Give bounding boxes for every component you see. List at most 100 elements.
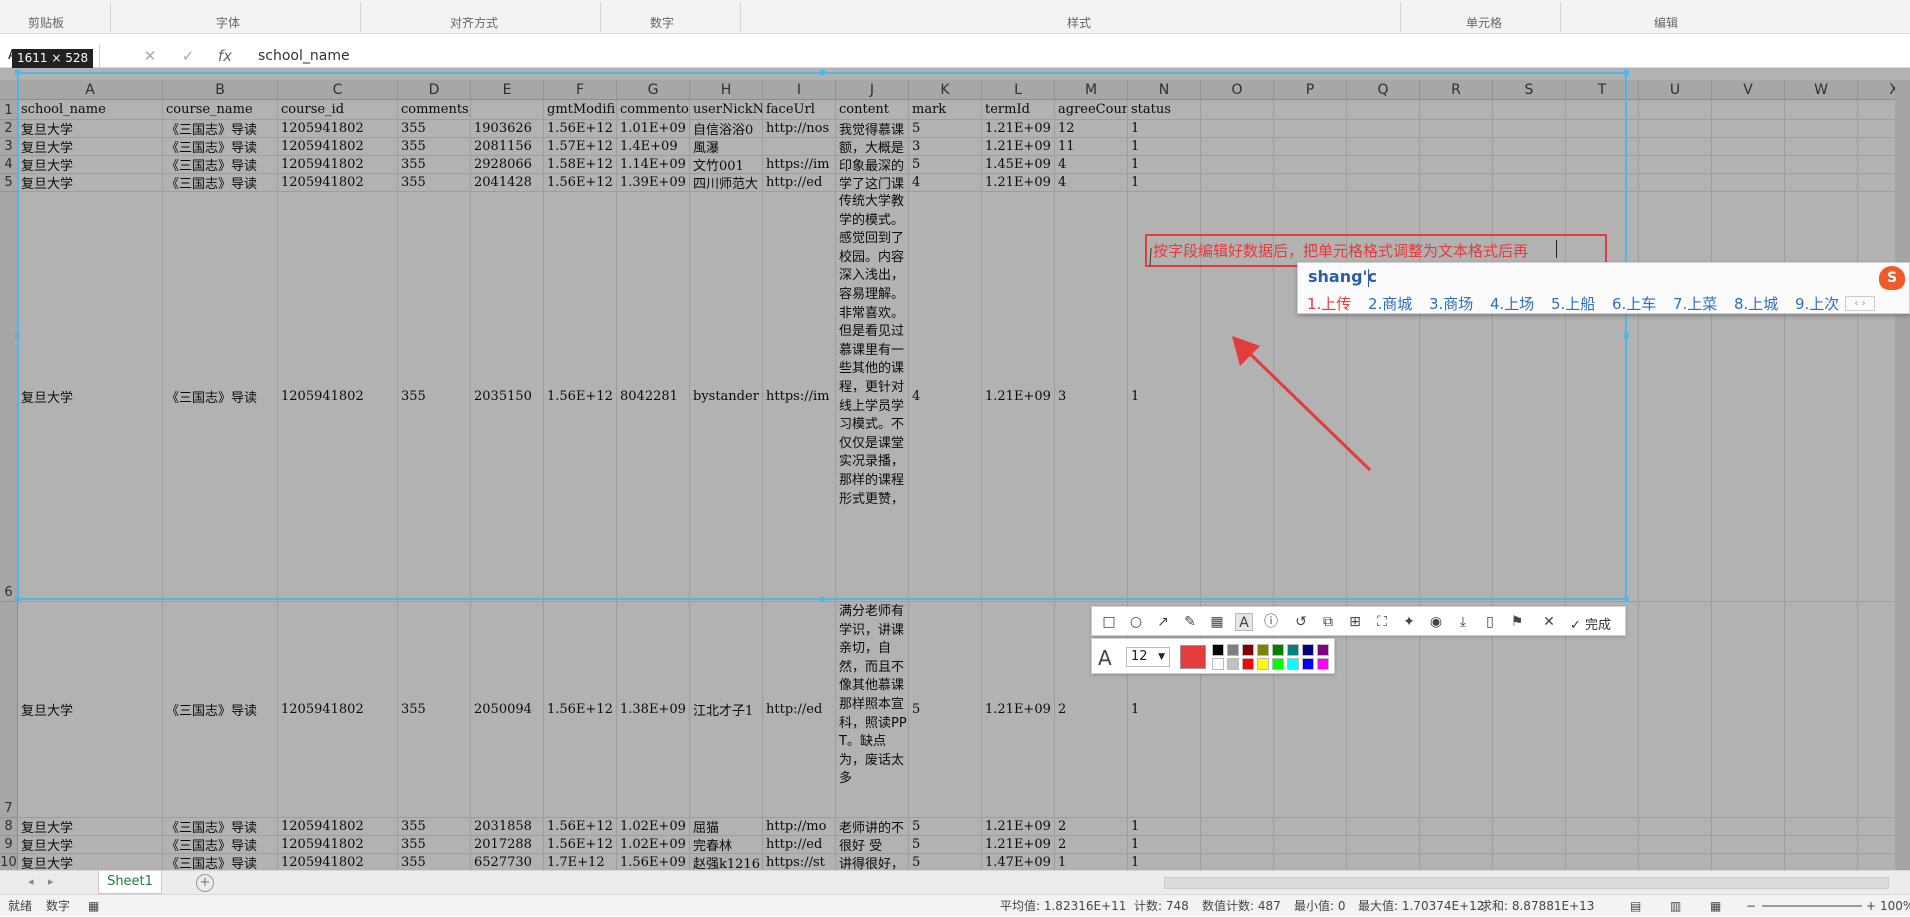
cell-empty[interactable] xyxy=(1639,836,1712,854)
close-icon[interactable]: ✕ xyxy=(1540,613,1558,631)
rectangle-tool-icon[interactable]: □ xyxy=(1100,613,1118,631)
table-cell[interactable]: 1.02E+09 xyxy=(617,836,690,854)
column-header-I[interactable]: I xyxy=(763,80,836,100)
table-cell[interactable]: 1.38E+09 xyxy=(617,602,690,818)
header-cell[interactable]: course_name xyxy=(163,100,278,120)
cell-empty[interactable] xyxy=(1347,818,1420,836)
table-cell[interactable]: 5 xyxy=(909,602,982,818)
color-swatch[interactable] xyxy=(1302,644,1314,656)
record-icon[interactable]: ◉ xyxy=(1427,613,1445,631)
header-cell[interactable]: faceUrl xyxy=(763,100,836,120)
table-cell[interactable]: 風瀑 xyxy=(690,138,763,156)
cell-empty[interactable] xyxy=(1201,138,1274,156)
cell-empty[interactable] xyxy=(1201,836,1274,854)
cell-empty[interactable] xyxy=(1712,854,1785,870)
color-swatch[interactable] xyxy=(1317,644,1329,656)
table-cell[interactable]: 复旦大学 xyxy=(18,120,163,138)
table-cell[interactable]: 1205941802 xyxy=(278,174,398,192)
table-cell[interactable]: 1 xyxy=(1055,854,1128,870)
table-cell[interactable]: 复旦大学 xyxy=(18,818,163,836)
cell-empty[interactable] xyxy=(1566,836,1639,854)
cell-empty[interactable] xyxy=(1420,854,1493,870)
table-cell[interactable]: 1.21E+09 xyxy=(982,818,1055,836)
cell-empty[interactable] xyxy=(1639,192,1712,602)
header-cell[interactable]: gmtModifi xyxy=(544,100,617,120)
table-cell[interactable]: 1205941802 xyxy=(278,836,398,854)
table-cell[interactable]: 《三国志》导读 xyxy=(163,854,278,870)
table-cell[interactable]: 《三国志》导读 xyxy=(163,156,278,174)
table-cell[interactable]: https://st xyxy=(763,854,836,870)
table-cell[interactable]: 8042281 xyxy=(617,192,690,602)
table-cell[interactable]: 1 xyxy=(1128,818,1201,836)
table-cell[interactable]: http://ed xyxy=(763,174,836,192)
cell-empty[interactable] xyxy=(1274,836,1347,854)
cell-empty[interactable] xyxy=(1274,818,1347,836)
column-header-V[interactable]: V xyxy=(1712,80,1785,100)
tab-scroll-right-icon[interactable]: ▸ xyxy=(48,875,54,888)
ribbon-group-editing[interactable]: 编辑 xyxy=(1654,14,1678,31)
color-swatch[interactable] xyxy=(1287,658,1299,670)
annotation-arrow[interactable] xyxy=(1220,330,1380,480)
header-cell[interactable] xyxy=(471,100,544,120)
cell-empty[interactable] xyxy=(1347,854,1420,870)
table-cell[interactable]: 复旦大学 xyxy=(18,138,163,156)
column-header-K[interactable]: K xyxy=(909,80,982,100)
table-cell[interactable]: 355 xyxy=(398,854,471,870)
normal-view-icon[interactable]: ▤ xyxy=(1630,895,1641,917)
table-cell[interactable]: 学了这门课 xyxy=(836,174,909,192)
table-cell[interactable]: 《三国志》导读 xyxy=(163,174,278,192)
long-screenshot-icon[interactable]: ⧉ xyxy=(1319,613,1337,631)
table-cell[interactable]: 355 xyxy=(398,602,471,818)
table-cell[interactable]: http://ed xyxy=(763,836,836,854)
table-cell[interactable]: 4 xyxy=(909,174,982,192)
table-cell[interactable]: 屈猫 xyxy=(690,818,763,836)
table-cell[interactable]: 1.21E+09 xyxy=(982,174,1055,192)
cell-empty[interactable] xyxy=(1347,174,1420,192)
color-swatch[interactable] xyxy=(1227,658,1239,670)
row-header-6[interactable]: 6 xyxy=(0,192,18,602)
table-cell[interactable]: 《三国志》导读 xyxy=(163,818,278,836)
table-cell[interactable]: 355 xyxy=(398,120,471,138)
zoom-out-icon[interactable]: − xyxy=(1746,895,1756,917)
cell-empty[interactable] xyxy=(1712,602,1785,818)
cell-empty[interactable] xyxy=(1493,100,1566,120)
table-cell[interactable]: 1.56E+12 xyxy=(544,192,617,602)
cell-empty[interactable] xyxy=(1639,602,1712,818)
cell-empty[interactable] xyxy=(1785,156,1858,174)
table-cell[interactable]: 1 xyxy=(1128,854,1201,870)
color-swatch[interactable] xyxy=(1272,644,1284,656)
table-cell[interactable]: 1.56E+12 xyxy=(544,174,617,192)
header-cell[interactable]: school_name xyxy=(18,100,163,120)
cell-empty[interactable] xyxy=(1785,174,1858,192)
ocr-icon[interactable]: ⊞ xyxy=(1346,613,1364,631)
tab-sheet1[interactable]: Sheet1 xyxy=(98,871,162,894)
ribbon-group-styles[interactable]: 样式 xyxy=(1067,14,1091,31)
table-cell[interactable]: 355 xyxy=(398,192,471,602)
table-cell[interactable]: 江北才子1 xyxy=(690,602,763,818)
row-header-3[interactable]: 3 xyxy=(0,138,18,156)
cell-empty[interactable] xyxy=(1201,854,1274,870)
table-cell[interactable]: 6527730 xyxy=(471,854,544,870)
table-cell[interactable]: 《三国志》导读 xyxy=(163,120,278,138)
column-header-Q[interactable]: Q xyxy=(1347,80,1420,100)
row-header-1[interactable]: 1 xyxy=(0,100,18,120)
cell-empty[interactable] xyxy=(1274,120,1347,138)
cell-empty[interactable] xyxy=(1639,156,1712,174)
table-cell[interactable]: 复旦大学 xyxy=(18,836,163,854)
ime-candidate-7[interactable]: 7.上菜 xyxy=(1673,293,1717,314)
table-cell[interactable]: 复旦大学 xyxy=(18,156,163,174)
cell-empty[interactable] xyxy=(1566,156,1639,174)
table-cell[interactable]: 1205941802 xyxy=(278,138,398,156)
cell-empty[interactable] xyxy=(1639,138,1712,156)
column-header-E[interactable]: E xyxy=(471,80,544,100)
column-header-P[interactable]: P xyxy=(1274,80,1347,100)
column-header-N[interactable]: N xyxy=(1128,80,1201,100)
ime-candidate-5[interactable]: 5.上船 xyxy=(1551,293,1595,314)
table-cell[interactable]: 复旦大学 xyxy=(18,174,163,192)
cell-empty[interactable] xyxy=(1201,120,1274,138)
cell-empty[interactable] xyxy=(1347,156,1420,174)
table-cell[interactable]: https://im xyxy=(763,156,836,174)
zoom-level[interactable]: 100% xyxy=(1880,895,1910,917)
color-swatch[interactable] xyxy=(1287,644,1299,656)
table-cell[interactable]: 完春林 xyxy=(690,836,763,854)
